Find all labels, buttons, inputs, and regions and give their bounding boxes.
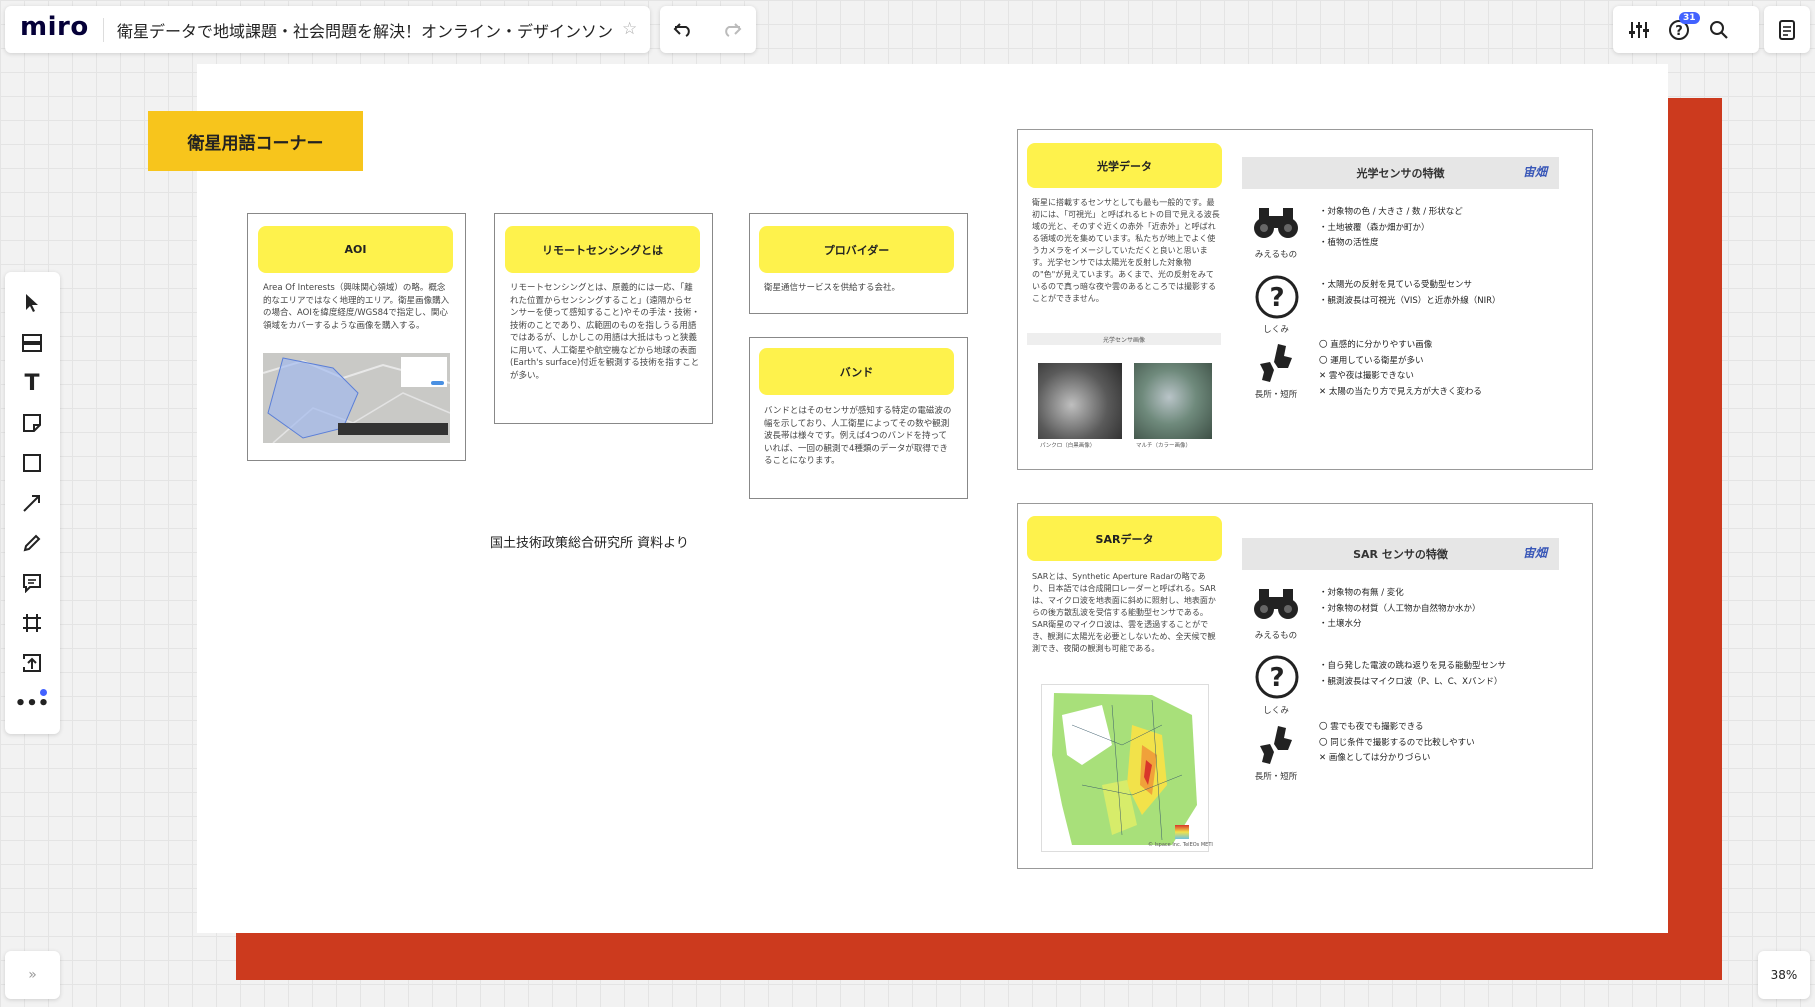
- section-title[interactable]: 衛星用語コーナー: [148, 111, 363, 171]
- frame-tool-icon[interactable]: [12, 603, 52, 643]
- list-item: ・観測波長は可視光（VIS）と近赤外線（NIR）: [1319, 295, 1501, 306]
- sar-feature-title: SAR センサの特徴: [1353, 548, 1448, 561]
- list-item: ✕ 画像としては分かりづらい: [1319, 753, 1431, 763]
- upload-icon[interactable]: [12, 643, 52, 683]
- svg-text:?: ?: [1269, 663, 1284, 693]
- shape-tool-icon[interactable]: [12, 443, 52, 483]
- optical-pros-list: 〇 直感的に分かりやすい画像 〇 運用している衛星が多い ✕ 雲や夜は撮影できな…: [1319, 338, 1482, 400]
- provider-title: プロバイダー: [759, 226, 954, 273]
- header-divider: [103, 18, 104, 42]
- list-item: 〇 雲でも夜でも撮影できる: [1319, 722, 1424, 732]
- star-icon[interactable]: ☆: [622, 19, 637, 39]
- list-item: ✕ 太陽の当たり方で見え方が大きく変わる: [1319, 386, 1482, 397]
- list-item: ✕ 雲や夜は撮影できない: [1319, 371, 1414, 381]
- optical-feature-title: 光学センサの特徴: [1356, 167, 1445, 180]
- optical-brand-logo: 宙畑: [1523, 165, 1548, 179]
- source-note[interactable]: 国土技術政策総合研究所 資料より: [490, 532, 689, 551]
- pen-icon[interactable]: [12, 523, 52, 563]
- list-item: ・観測波長はマイクロ波（P、L、C、Xバンド）: [1319, 676, 1503, 687]
- list-item: 〇 直感的に分かりやすい画像: [1319, 340, 1433, 350]
- more-tools-icon[interactable]: •••: [12, 683, 52, 723]
- sar-map-image: [1041, 684, 1209, 852]
- question-icon: ?: [1254, 654, 1300, 704]
- multi-image-caption: マルチ（カラー画像）: [1136, 443, 1192, 449]
- list-item: ・対象物の有無 / 変化: [1319, 588, 1404, 598]
- redo-icon[interactable]: [712, 10, 752, 50]
- select-cursor-icon[interactable]: [12, 283, 52, 323]
- sar-title: SARデータ: [1027, 516, 1222, 561]
- list-item: ・太陽光の反射を見ている受動型センサ: [1319, 280, 1473, 290]
- sticky-note-icon[interactable]: [12, 403, 52, 443]
- multi-image: [1134, 363, 1212, 439]
- sar-how-label: しくみ: [1263, 706, 1289, 716]
- optical-title: 光学データ: [1027, 143, 1222, 188]
- thumbs-icon: [1256, 342, 1296, 388]
- notification-badge: 31: [1679, 12, 1700, 24]
- remote-sensing-body: リモートセンシングとは、原義的には一応、「離れた位置からセンシングすること」(遠…: [510, 283, 700, 381]
- comment-icon[interactable]: [12, 563, 52, 603]
- board-notes-icon[interactable]: [1767, 10, 1807, 50]
- pan-image-caption: パンクロ（白黒画像）: [1040, 443, 1096, 449]
- sar-pros-list: 〇 雲でも夜でも撮影できる 〇 同じ条件で撮影するので比較しやすい ✕ 画像とし…: [1319, 720, 1475, 767]
- optical-how-list: ・太陽光の反射を見ている受動型センサ ・観測波長は可視光（VIS）と近赤外線（N…: [1319, 278, 1501, 309]
- list-item: ・土地被覆（森か畑か町か）: [1319, 222, 1430, 233]
- miro-logo[interactable]: miro: [20, 12, 89, 42]
- optical-see-label: みえるもの: [1254, 250, 1298, 260]
- aoi-body: Area Of Interests（興味関心領域）の略。概念的なエリアではなく地…: [263, 283, 450, 331]
- settings-sliders-icon[interactable]: [1619, 10, 1659, 50]
- svg-text:?: ?: [1269, 283, 1284, 313]
- templates-icon[interactable]: [12, 323, 52, 363]
- red-accent-bottom: [236, 933, 1722, 980]
- undo-icon[interactable]: [663, 10, 703, 50]
- list-item: 〇 同じ条件で撮影するので比較しやすい: [1319, 737, 1475, 748]
- list-item: ・対象物の色 / 大きさ / 数 / 形状など: [1319, 207, 1463, 217]
- sar-see-label: みえるもの: [1254, 631, 1298, 641]
- band-title: バンド: [759, 348, 954, 395]
- list-item: ・土壌水分: [1319, 619, 1362, 629]
- list-item: 〇 運用している衛星が多い: [1319, 355, 1424, 366]
- sar-how-list: ・自ら発した電波の跳ね返りを見る能動型センサ ・観測波長はマイクロ波（P、L、C…: [1319, 659, 1506, 690]
- optical-strip-label: 光学センサ画像: [1102, 336, 1145, 344]
- band-body: バンドとはそのセンサが感知する特定の電磁波の幅を示しており、人工衛星によってその…: [764, 406, 952, 466]
- optical-pros-label: 長所・短所: [1254, 390, 1298, 400]
- double-chevron-right-icon: »: [28, 967, 37, 983]
- board-title[interactable]: 衛星データで地域課題・社会問題を解決！オンライン・デザインソン: [117, 18, 617, 42]
- binoculars-icon: [1253, 206, 1299, 244]
- red-accent-right: [1668, 98, 1722, 980]
- provider-body: 衛星通信サービスを供給する会社。: [764, 283, 901, 293]
- search-icon[interactable]: [1699, 10, 1739, 50]
- expand-panel-button[interactable]: »: [5, 951, 60, 999]
- remote-sensing-title: リモートセンシングとは: [505, 226, 700, 273]
- question-icon: ?: [1254, 274, 1300, 324]
- svg-text:?: ?: [1675, 24, 1683, 39]
- sar-see-list: ・対象物の有無 / 変化 ・対象物の材質（人工物か自然物か水か） ・土壌水分: [1319, 586, 1481, 633]
- pan-image: [1038, 363, 1122, 439]
- list-item: ・自ら発した電波の跳ね返りを見る能動型センサ: [1319, 661, 1507, 671]
- sar-map-credit: © Ispace Inc. TelEOs METI: [1148, 842, 1213, 848]
- zoom-control[interactable]: 38%: [1758, 951, 1810, 999]
- optical-see-list: ・対象物の色 / 大きさ / 数 / 形状など ・土地被覆（森か畑か町か） ・植…: [1319, 205, 1463, 252]
- more-tools-dot: [40, 689, 47, 696]
- list-item: ・植物の活性度: [1319, 238, 1379, 248]
- aoi-map-image: [263, 353, 450, 443]
- optical-how-label: しくみ: [1263, 325, 1289, 335]
- sar-pros-label: 長所・短所: [1254, 772, 1298, 782]
- sar-body: SARとは、Synthetic Aperture Radarの略であり、日本語で…: [1032, 572, 1216, 653]
- aoi-title: AOI: [258, 226, 453, 273]
- list-item: ・対象物の材質（人工物か自然物か水か）: [1319, 603, 1481, 614]
- thumbs-icon: [1256, 724, 1296, 770]
- zoom-level: 38%: [1770, 968, 1798, 982]
- optical-body: 衛星に搭載するセンサとしても最も一般的です。最初には、「可視光」と呼ばれるヒトの…: [1032, 198, 1220, 303]
- text-tool-icon[interactable]: T: [12, 363, 52, 403]
- optical-image-strip: 光学センサ画像: [1027, 333, 1221, 345]
- binoculars-icon: [1253, 587, 1299, 625]
- sar-brand-logo: 宙畑: [1523, 546, 1548, 560]
- line-arrow-icon[interactable]: [12, 483, 52, 523]
